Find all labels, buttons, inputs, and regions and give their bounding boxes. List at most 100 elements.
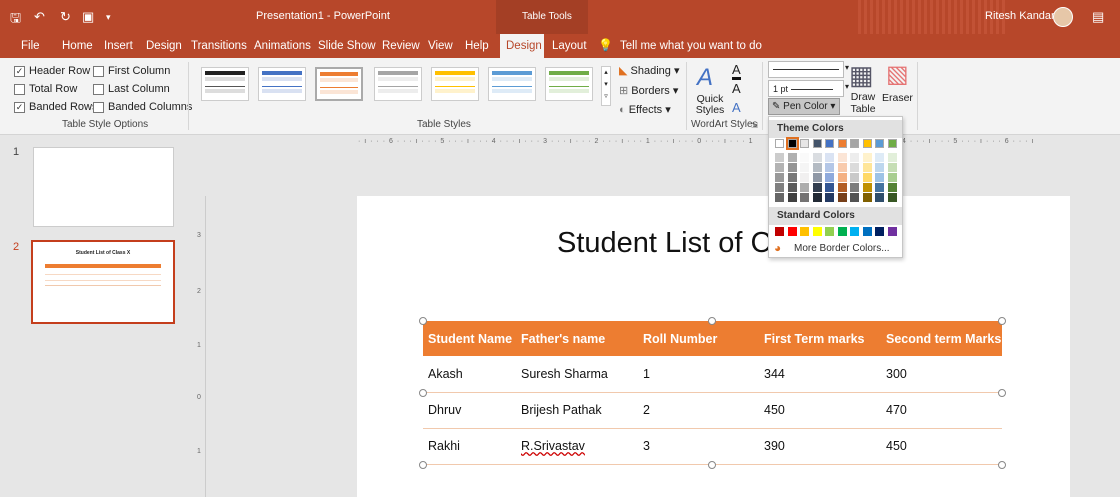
color-swatch[interactable] [825,153,834,162]
undo-icon[interactable]: ↶ [34,9,45,25]
color-swatch[interactable] [862,193,872,202]
banded-columns-checkbox[interactable]: Banded Columns [93,101,192,113]
color-swatch[interactable] [787,163,797,172]
resize-handle[interactable] [708,317,716,325]
color-swatch[interactable] [875,139,884,148]
quick-styles-label[interactable]: Quick Styles [694,94,726,116]
color-swatch[interactable] [787,183,797,192]
color-swatch[interactable] [850,227,859,236]
color-swatch[interactable] [887,173,897,182]
color-swatch[interactable] [825,227,834,236]
color-swatch[interactable] [825,139,834,148]
color-swatch[interactable] [800,153,809,162]
table-cell[interactable]: Suresh Sharma [516,356,638,393]
color-swatch[interactable] [887,139,897,148]
color-swatch[interactable] [850,183,859,192]
tab-insert[interactable]: Insert [104,40,133,52]
table-style-swatch[interactable] [545,67,593,101]
table-cell[interactable]: Rakhi [423,428,516,465]
color-swatch[interactable] [812,193,822,202]
table-cell[interactable]: Akash [423,356,516,393]
color-swatch[interactable] [800,173,809,182]
tab-slide-show[interactable]: Slide Show [318,40,376,52]
redo-icon[interactable]: ↻ [60,9,71,25]
color-swatch[interactable] [787,227,797,236]
scroll-down-icon[interactable]: ▾ [604,81,608,88]
color-swatch[interactable] [837,173,847,182]
color-swatch[interactable] [775,163,784,172]
banded-rows-checkbox[interactable]: ✓ Banded Rows [14,101,98,113]
color-swatch[interactable] [775,153,784,162]
color-swatch[interactable] [775,193,784,202]
text-outline-icon[interactable]: A [732,81,741,96]
slide-thumbnail-2[interactable]: Student List of Class X [31,240,175,324]
color-swatch[interactable] [875,183,884,192]
color-swatch[interactable] [875,153,884,162]
expand-gallery-icon[interactable]: ▿ [604,93,608,100]
table-cell[interactable]: 450 [881,428,1002,465]
resize-handle[interactable] [998,461,1006,469]
color-swatch[interactable] [775,139,784,148]
eraser-icon[interactable]: ▧ [886,60,909,89]
color-swatch[interactable] [862,163,872,172]
color-swatch[interactable] [887,163,897,172]
color-swatch[interactable] [812,227,822,236]
table-header-cell[interactable]: First Term marks [759,321,881,356]
table-header-cell[interactable]: Student Name [423,321,516,356]
resize-handle[interactable] [998,317,1006,325]
color-swatch[interactable] [887,227,897,236]
first-column-checkbox[interactable]: First Column [93,65,170,77]
table-cell[interactable]: 2 [638,392,759,429]
tab-help[interactable]: Help [465,40,489,52]
color-swatch[interactable] [787,173,797,182]
table-cell[interactable]: 3 [638,428,759,465]
tab-layout[interactable]: Layout [552,40,587,52]
table-cell[interactable]: 450 [759,392,881,429]
customize-qat-icon[interactable]: ▾ [106,12,111,23]
color-swatch[interactable] [825,163,834,172]
draw-table-icon[interactable]: ▦ [849,60,874,91]
color-swatch[interactable] [812,173,822,182]
color-swatch[interactable] [812,139,822,148]
color-swatch[interactable] [800,183,809,192]
text-fill-icon[interactable]: A [732,62,741,80]
avatar[interactable] [1053,7,1073,27]
user-name[interactable]: Ritesh Kandari [985,10,1057,22]
table-cell[interactable]: 300 [881,356,1002,393]
color-swatch[interactable] [862,183,872,192]
tab-view[interactable]: View [428,40,453,52]
color-swatch[interactable] [775,173,784,182]
resize-handle[interactable] [419,389,427,397]
color-swatch[interactable] [887,183,897,192]
color-swatch[interactable] [862,139,872,148]
eraser-label[interactable]: Eraser [882,92,913,104]
table-cell[interactable]: 344 [759,356,881,393]
resize-handle[interactable] [998,389,1006,397]
tab-table-design[interactable]: Design [500,34,544,58]
color-swatch[interactable] [825,193,834,202]
table-style-swatch-selected[interactable] [315,67,363,101]
slide-title[interactable]: Student List of C [557,227,771,260]
table-cell[interactable]: 470 [881,392,1002,429]
color-swatch[interactable] [850,173,859,182]
color-swatch[interactable] [775,227,784,236]
color-swatch[interactable] [837,193,847,202]
table-cell[interactable]: Brijesh Pathak [516,392,638,429]
color-swatch[interactable] [887,193,897,202]
table-style-swatch[interactable] [374,67,422,101]
color-swatch[interactable] [812,183,822,192]
color-swatch[interactable] [812,153,822,162]
color-swatch[interactable] [825,183,834,192]
quick-styles-icon[interactable]: A [697,64,713,92]
resize-handle[interactable] [419,461,427,469]
scroll-up-icon[interactable]: ▴ [604,69,608,76]
styles-scroll[interactable]: ▴ ▾ ▿ [601,66,611,106]
table-cell[interactable]: R.Srivastav [516,428,638,465]
color-swatch[interactable] [850,139,859,148]
pen-color-button[interactable]: ✎ Pen Color ▾ [768,98,840,115]
color-swatch[interactable] [837,163,847,172]
present-icon[interactable]: ▣ [82,9,94,25]
color-swatch[interactable] [850,193,859,202]
borders-button[interactable]: ⊞ Borders ▾ [619,84,678,97]
color-swatch[interactable] [837,139,847,148]
